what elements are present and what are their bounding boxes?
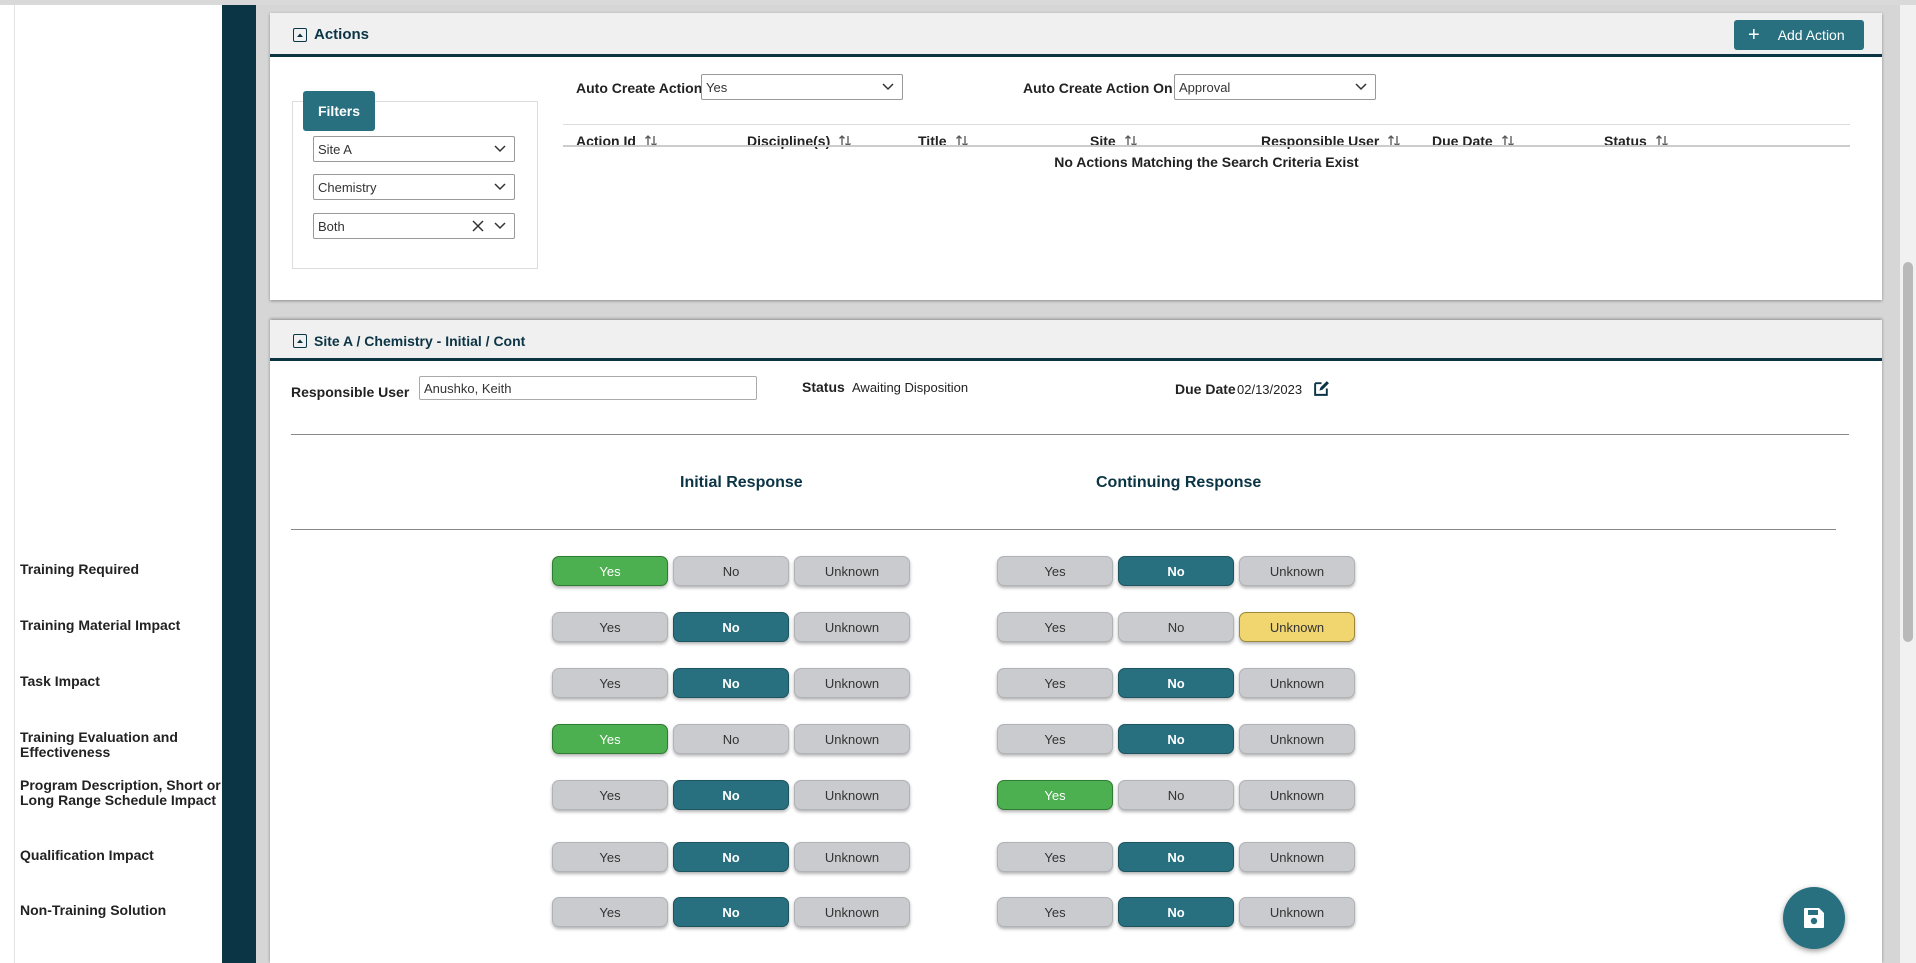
response-row-label: Training Required — [20, 561, 140, 577]
collapse-icon[interactable] — [293, 28, 307, 42]
continuing-no-button[interactable]: No — [1118, 780, 1234, 810]
chevron-down-icon — [1355, 83, 1367, 91]
responsible-user-field[interactable]: Anushko, Keith — [419, 376, 757, 400]
response-header-divider — [291, 529, 1836, 530]
continuing-yes-button[interactable]: Yes — [997, 842, 1113, 872]
initial-unknown-button[interactable]: Unknown — [794, 897, 910, 927]
initial-no-button[interactable]: No — [673, 668, 789, 698]
continuing-yes-button[interactable]: Yes — [997, 668, 1113, 698]
due-date-label: Due Date — [1175, 381, 1236, 397]
auto-create-on-label: Auto Create Action On — [1023, 80, 1173, 96]
continuing-yes-button[interactable]: Yes — [997, 897, 1113, 927]
filters-tab[interactable]: Filters — [303, 91, 375, 131]
continuing-unknown-button[interactable]: Unknown — [1239, 780, 1355, 810]
type-filter-value: Both — [318, 218, 345, 234]
initial-no-button[interactable]: No — [673, 556, 789, 586]
response-row-label: Training Evaluation and Effectiveness — [20, 729, 178, 760]
discipline-filter-select[interactable]: Chemistry — [313, 174, 515, 200]
site-filter-value: Site A — [318, 141, 352, 157]
disposition-panel-header: Site A / Chemistry - Initial / Cont — [270, 320, 1882, 361]
continuing-response-heading: Continuing Response — [1096, 474, 1262, 491]
response-row-label: Task Impact — [20, 673, 100, 689]
initial-no-button[interactable]: No — [673, 842, 789, 872]
auto-create-value: Yes — [706, 79, 728, 95]
initial-yes-button[interactable]: Yes — [552, 897, 668, 927]
side-nav-bar — [222, 5, 256, 963]
responsible-user-label: Responsible User — [291, 384, 410, 400]
chevron-down-icon — [882, 83, 894, 91]
site-filter-select[interactable]: Site A — [313, 136, 515, 162]
continuing-no-button[interactable]: No — [1118, 724, 1234, 754]
table-header-rule — [563, 145, 1850, 147]
continuing-unknown-button[interactable]: Unknown — [1239, 724, 1355, 754]
actions-title: Actions — [314, 26, 370, 43]
initial-yes-button[interactable]: Yes — [552, 556, 668, 586]
initial-unknown-button[interactable]: Unknown — [794, 780, 910, 810]
auto-create-on-value: Approval — [1179, 79, 1231, 95]
response-row-label: Program Description, Short or Long Range… — [20, 777, 221, 808]
scrollbar-thumb[interactable] — [1903, 262, 1913, 642]
auto-create-select[interactable]: Yes — [701, 74, 903, 100]
continuing-yes-button[interactable]: Yes — [997, 556, 1113, 586]
section-title: Site A / Chemistry - Initial / Cont — [314, 333, 526, 349]
actions-panel-header: Actions + Add Action — [270, 13, 1882, 57]
chevron-down-icon — [494, 145, 506, 153]
response-row-label: Qualification Impact — [20, 847, 154, 863]
continuing-yes-button[interactable]: Yes — [997, 780, 1113, 810]
continuing-unknown-button[interactable]: Unknown — [1239, 612, 1355, 642]
due-date-value: 02/13/2023 — [1237, 382, 1303, 397]
response-row-label: Non-Training Solution — [20, 902, 167, 918]
continuing-yes-button[interactable]: Yes — [997, 724, 1113, 754]
empty-message: No Actions Matching the Search Criteria … — [1054, 154, 1359, 170]
save-icon — [1804, 908, 1824, 928]
initial-unknown-button[interactable]: Unknown — [794, 842, 910, 872]
continuing-unknown-button[interactable]: Unknown — [1239, 668, 1355, 698]
continuing-no-button[interactable]: No — [1118, 612, 1234, 642]
continuing-unknown-button[interactable]: Unknown — [1239, 897, 1355, 927]
initial-response-heading: Initial Response — [680, 474, 803, 491]
initial-yes-button[interactable]: Yes — [552, 668, 668, 698]
actions-panel: Actions + Add Action Site A Chemistry Bo… — [270, 13, 1882, 300]
initial-yes-button[interactable]: Yes — [552, 612, 668, 642]
initial-no-button[interactable]: No — [673, 612, 789, 642]
continuing-yes-button[interactable]: Yes — [997, 612, 1113, 642]
auto-create-on-select[interactable]: Approval — [1174, 74, 1376, 100]
section-divider — [291, 434, 1849, 435]
initial-no-button[interactable]: No — [673, 780, 789, 810]
initial-yes-button[interactable]: Yes — [552, 780, 668, 810]
continuing-no-button[interactable]: No — [1118, 897, 1234, 927]
clear-icon[interactable] — [472, 220, 484, 232]
initial-unknown-button[interactable]: Unknown — [794, 668, 910, 698]
initial-yes-button[interactable]: Yes — [552, 842, 668, 872]
initial-no-button[interactable]: No — [673, 897, 789, 927]
table-top-rule — [563, 124, 1850, 125]
initial-no-button[interactable]: No — [673, 724, 789, 754]
discipline-filter-value: Chemistry — [318, 179, 377, 195]
plus-icon: + — [1748, 24, 1760, 46]
chevron-down-icon — [494, 222, 506, 230]
chevron-down-icon — [494, 183, 506, 191]
continuing-unknown-button[interactable]: Unknown — [1239, 842, 1355, 872]
add-action-button[interactable]: + Add Action — [1734, 20, 1864, 50]
initial-unknown-button[interactable]: Unknown — [794, 556, 910, 586]
left-panel — [14, 5, 222, 963]
save-button[interactable] — [1783, 887, 1845, 949]
status-label: Status — [802, 379, 845, 395]
collapse-icon[interactable] — [293, 334, 307, 348]
auto-create-label: Auto Create Action — [576, 80, 703, 96]
continuing-unknown-button[interactable]: Unknown — [1239, 556, 1355, 586]
continuing-no-button[interactable]: No — [1118, 668, 1234, 698]
continuing-no-button[interactable]: No — [1118, 842, 1234, 872]
type-filter-select[interactable]: Both — [313, 213, 515, 239]
continuing-no-button[interactable]: No — [1118, 556, 1234, 586]
status-value: Awaiting Disposition — [852, 380, 969, 395]
add-action-label: Add Action — [1777, 27, 1845, 43]
initial-unknown-button[interactable]: Unknown — [794, 612, 910, 642]
initial-yes-button[interactable]: Yes — [552, 724, 668, 754]
edit-icon[interactable] — [1313, 380, 1330, 397]
initial-unknown-button[interactable]: Unknown — [794, 724, 910, 754]
response-row-label: Training Material Impact — [20, 617, 181, 633]
